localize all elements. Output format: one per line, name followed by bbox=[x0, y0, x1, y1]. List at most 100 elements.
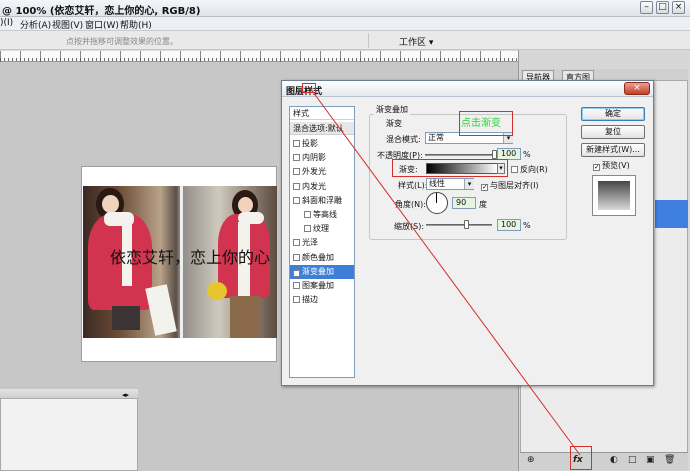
angle-needle bbox=[436, 193, 437, 203]
style-item-label: 内阴影 bbox=[302, 153, 326, 163]
angle-unit: 度 bbox=[479, 200, 487, 209]
style-item[interactable]: 纹理 bbox=[290, 222, 354, 236]
style-item[interactable]: 图案叠加 bbox=[290, 279, 354, 293]
maximize-button[interactable]: □ bbox=[656, 1, 669, 14]
style-item-checkbox[interactable] bbox=[293, 140, 300, 147]
dialog-title-highlight-box bbox=[302, 83, 316, 93]
menu-window[interactable]: 窗口(W) bbox=[85, 18, 119, 31]
new-layer-icon[interactable]: ▣ bbox=[646, 455, 655, 465]
reset-button[interactable]: 复位 bbox=[581, 125, 645, 139]
style-item-checkbox[interactable] bbox=[304, 211, 311, 218]
close-window-button[interactable]: × bbox=[672, 1, 685, 14]
angle-field[interactable]: 90 bbox=[452, 197, 476, 209]
style-item[interactable]: 等高线 bbox=[290, 208, 354, 222]
blend-mode-value: 正常 bbox=[428, 133, 444, 142]
style-item-checkbox[interactable]: ✓ bbox=[293, 269, 300, 277]
align-check-icon: ✓ bbox=[481, 183, 488, 191]
trash-icon[interactable]: 🗑 bbox=[664, 455, 675, 465]
style-item[interactable]: ✓ 渐变叠加 bbox=[290, 264, 354, 279]
ok-button[interactable]: 确定 bbox=[581, 107, 645, 121]
style-item[interactable]: 斜面和浮雕 bbox=[290, 194, 354, 208]
align-checkbox[interactable]: ✓ 与图层对齐(I) bbox=[481, 180, 539, 191]
style-item-label: 光泽 bbox=[302, 238, 318, 248]
opacity-unit: % bbox=[523, 150, 531, 159]
menu-help[interactable]: 帮助(H) bbox=[120, 18, 152, 31]
figure-right-legs bbox=[230, 296, 260, 338]
layers-panel-footer bbox=[520, 452, 688, 470]
style-item[interactable]: 内发光 bbox=[290, 180, 354, 194]
menu-analysis[interactable]: 分析(A) bbox=[20, 18, 51, 31]
flower-pot bbox=[207, 282, 227, 300]
blend-mode-label: 混合模式: bbox=[386, 135, 421, 144]
layer-mask-icon[interactable]: □ bbox=[628, 455, 637, 465]
figure-left-legs bbox=[112, 306, 140, 330]
fx-highlight-box bbox=[570, 446, 592, 470]
dialog-close-button[interactable]: × bbox=[624, 82, 650, 95]
style-item-checkbox[interactable] bbox=[293, 282, 300, 289]
scale-field[interactable]: 100 bbox=[497, 219, 521, 231]
menu-view[interactable]: 视图(V) bbox=[52, 18, 83, 31]
reverse-checkbox[interactable]: 反向(R) bbox=[511, 164, 548, 175]
annotation-text-box bbox=[459, 111, 513, 136]
scale-slider-thumb[interactable] bbox=[463, 220, 469, 229]
scale-label: 缩放(S): bbox=[394, 222, 425, 231]
gradient-highlight-box bbox=[392, 159, 508, 177]
preview-label: 预览(V) bbox=[602, 161, 630, 170]
style-item-checkbox[interactable] bbox=[293, 196, 300, 204]
style-item-label: 颜色叠加 bbox=[302, 252, 334, 262]
style-item-checkbox[interactable] bbox=[293, 154, 300, 162]
style-item-checkbox[interactable] bbox=[293, 253, 300, 261]
panel-collapse-icon[interactable]: ◂▸ bbox=[122, 391, 129, 399]
scale-unit: % bbox=[523, 221, 531, 230]
ruler-major-ticks bbox=[0, 51, 520, 62]
style-item[interactable]: 外发光 bbox=[290, 165, 354, 179]
reverse-check-icon bbox=[511, 166, 518, 173]
style-item-checkbox[interactable] bbox=[304, 225, 311, 233]
reverse-label: 反向(R) bbox=[520, 165, 548, 174]
style-preview-gradient bbox=[598, 181, 630, 210]
style-item-label: 描边 bbox=[302, 295, 318, 305]
preview-checkbox[interactable]: ✓ 预览(V) bbox=[593, 160, 630, 171]
chevron-down-icon[interactable]: ▾ bbox=[464, 179, 474, 189]
style-item-label: 斜面和浮雕 bbox=[302, 195, 342, 205]
group-title: 渐变叠加 bbox=[374, 104, 410, 115]
style-item[interactable]: 投影 bbox=[290, 137, 354, 151]
style-item[interactable]: 内阴影 bbox=[290, 151, 354, 165]
dialog-title-bar bbox=[282, 81, 653, 97]
window-title: @ 100% (依恋艾轩，恋上你的心, RGB/8) bbox=[2, 6, 201, 17]
angle-dial[interactable] bbox=[426, 192, 448, 214]
group-subtitle: 渐变 bbox=[384, 118, 404, 129]
opacity-slider-track[interactable] bbox=[425, 154, 495, 156]
style-item[interactable]: 描边 bbox=[290, 293, 354, 307]
adjustment-layer-icon[interactable]: ◐ bbox=[610, 455, 618, 465]
style-item-label: 外发光 bbox=[302, 167, 326, 177]
style-item[interactable]: 光泽 bbox=[290, 236, 354, 250]
figure-right-face bbox=[238, 197, 253, 213]
style-item-checkbox[interactable] bbox=[293, 168, 300, 176]
bottom-left-panel bbox=[0, 389, 138, 471]
preview-check-icon: ✓ bbox=[593, 163, 600, 171]
style-list-header[interactable]: 样式 bbox=[290, 107, 354, 120]
style-item-checkbox[interactable] bbox=[293, 296, 300, 304]
link-layers-icon[interactable]: ⊕ bbox=[527, 455, 535, 465]
style-item[interactable]: 颜色叠加 bbox=[290, 251, 354, 265]
workspace-menu[interactable]: 工作区 ▾ bbox=[368, 33, 438, 48]
new-style-button[interactable]: 新建样式(W)... bbox=[581, 143, 645, 157]
blend-options-item[interactable]: 混合选项:默认 bbox=[290, 122, 354, 135]
style-item-checkbox[interactable] bbox=[293, 182, 300, 190]
angle-label: 角度(N): bbox=[395, 200, 426, 209]
menu-image[interactable]: )(I) bbox=[0, 18, 13, 28]
style-item-label: 投影 bbox=[302, 139, 318, 148]
options-bar: 点按并拖移可调整效果的位置。 bbox=[0, 31, 690, 50]
title-bar: @ 100% (依恋艾轩，恋上你的心, RGB/8) bbox=[0, 0, 690, 17]
style-item-checkbox[interactable] bbox=[293, 239, 300, 247]
selected-layer-highlight[interactable] bbox=[655, 200, 688, 228]
photo-overlay-text: 依恋艾轩，恋上你的心 bbox=[110, 248, 271, 267]
minimize-button[interactable]: – bbox=[640, 1, 653, 14]
style-label: 样式(L): bbox=[398, 181, 428, 190]
style-item-label: 等高线 bbox=[313, 210, 337, 219]
scale-slider-track[interactable] bbox=[426, 224, 492, 226]
menu-bar: )(I) 分析(A) 视图(V) 窗口(W) 帮助(H) bbox=[0, 17, 690, 31]
style-item-label: 纹理 bbox=[313, 224, 329, 234]
figure-left-face bbox=[102, 195, 119, 213]
